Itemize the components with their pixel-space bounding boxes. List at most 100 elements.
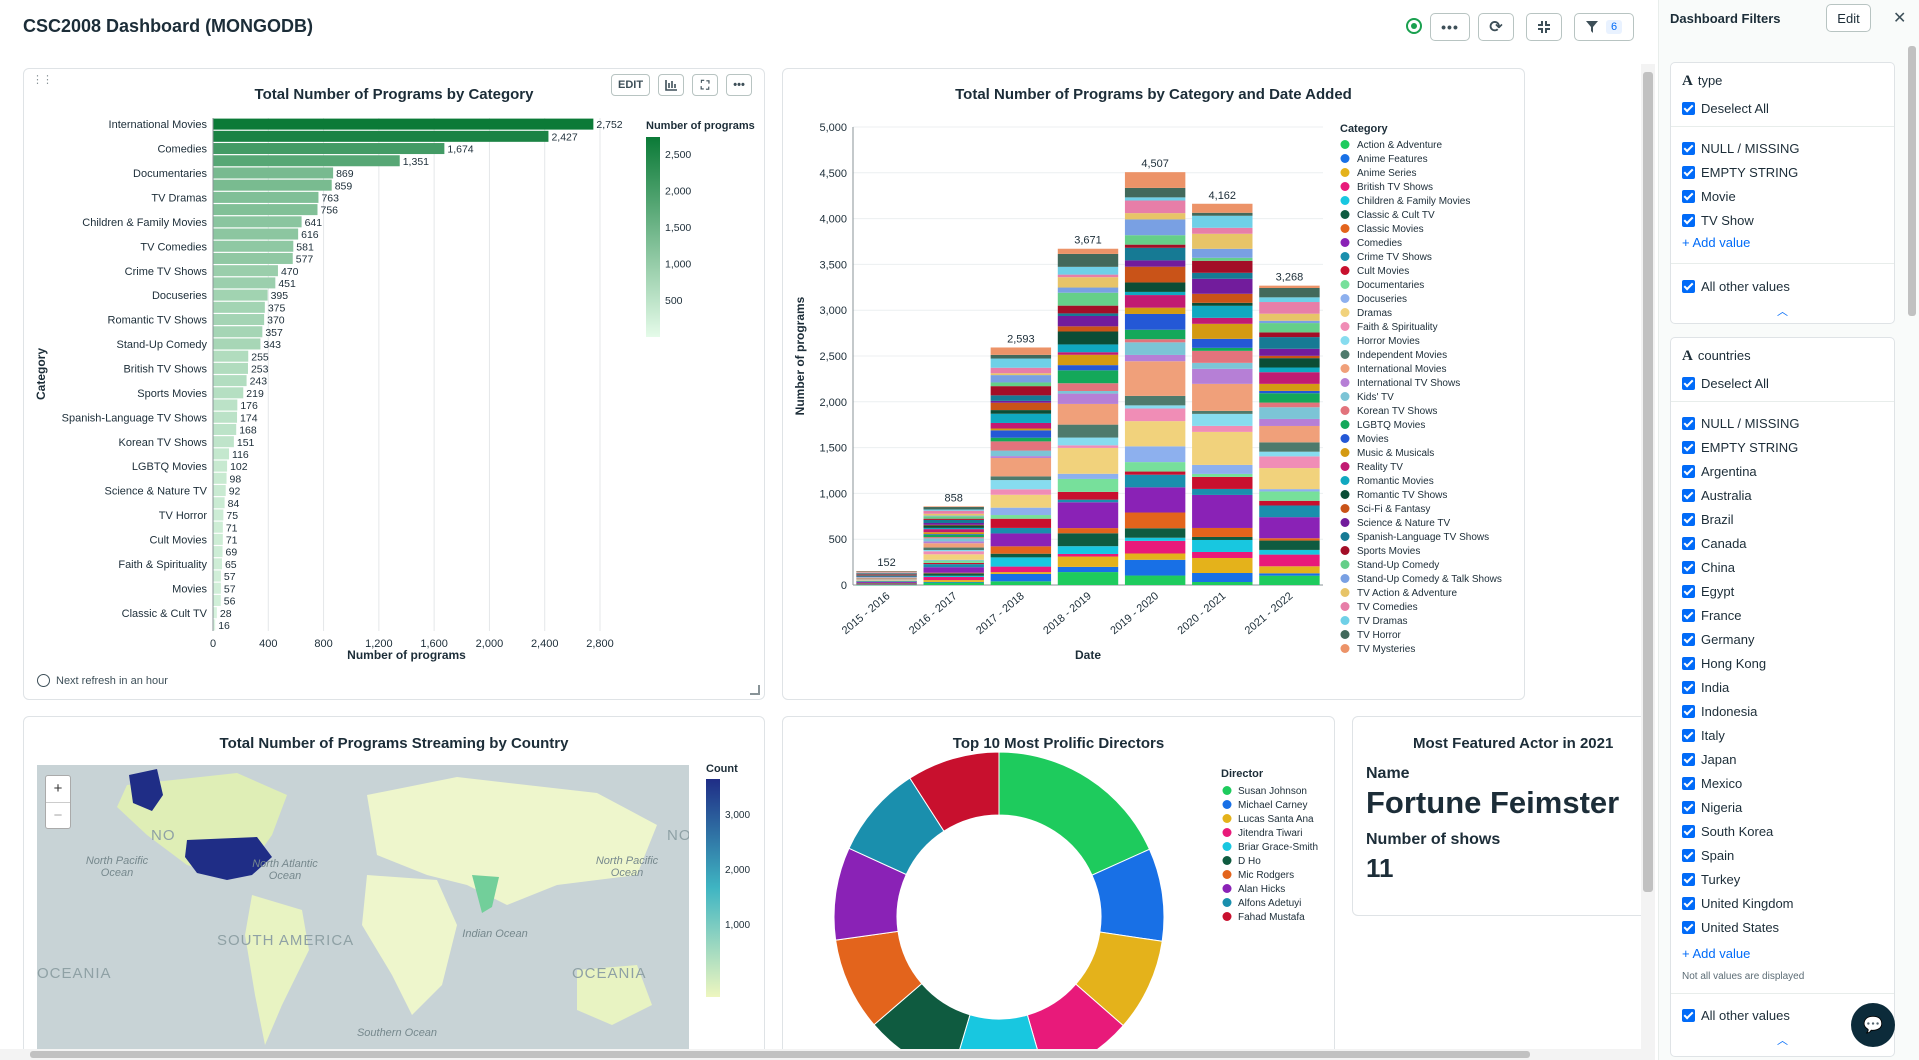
filter-value-checkbox[interactable]: Egypt (1682, 582, 1734, 600)
filter-value-checkbox[interactable]: Spain (1682, 846, 1734, 864)
zoom-out-button[interactable]: − (46, 802, 70, 828)
checkbox-label: Canada (1701, 535, 1747, 551)
stack-segment (1124, 408, 1186, 422)
checkbox-label: Italy (1701, 727, 1725, 743)
legend-label: Documentaries (1357, 280, 1424, 291)
filter-value-checkbox[interactable]: Movie (1682, 187, 1736, 205)
dashboard-menu-button[interactable]: ••• (1430, 13, 1470, 41)
checkbox-icon (1682, 872, 1695, 886)
filter-value-checkbox[interactable]: NULL / MISSING (1682, 139, 1799, 157)
refresh-button[interactable]: ⟳ (1478, 13, 1514, 41)
stack-segment (1259, 358, 1320, 368)
stack-segment (1192, 302, 1253, 306)
deselect-all-checkbox[interactable]: Deselect All (1682, 99, 1769, 117)
page-scrollbar[interactable] (1641, 64, 1655, 1060)
stack-segment (990, 553, 1052, 558)
collapse-button[interactable] (1526, 13, 1562, 41)
filter-value-checkbox[interactable]: United Kingdom (1682, 894, 1794, 912)
legend-swatch (1340, 644, 1350, 653)
filter-value-checkbox[interactable]: EMPTY STRING (1682, 163, 1798, 181)
bar-total-label: 3,671 (1074, 235, 1102, 247)
stack-segment (1259, 313, 1320, 321)
all-other-values-checkbox[interactable]: All other values (1682, 277, 1790, 295)
legend-label: Children & Family Movies (1357, 196, 1470, 207)
chevron-up-icon[interactable]: ︿ (1671, 303, 1894, 319)
bar (213, 338, 261, 350)
stack-segment (1124, 313, 1186, 330)
resize-handle-icon[interactable] (750, 685, 760, 695)
filter-value-checkbox[interactable]: Australia (1682, 486, 1752, 504)
stack-segment (1192, 368, 1253, 384)
bar-value-label: 174 (240, 412, 258, 424)
add-value-link[interactable]: + Add value (1682, 946, 1750, 961)
stack-segment (1192, 278, 1253, 294)
stack-segment (1259, 332, 1320, 338)
legend-label: British TV Shows (1357, 182, 1433, 193)
filter-value-checkbox[interactable]: Nigeria (1682, 798, 1742, 816)
filter-value-checkbox[interactable]: Turkey (1682, 870, 1740, 888)
filter-value-checkbox[interactable]: EMPTY STRING (1682, 438, 1798, 456)
filters-edit-button[interactable]: Edit (1826, 4, 1871, 32)
filter-value-checkbox[interactable]: France (1682, 606, 1741, 624)
stack-segment (1124, 172, 1186, 188)
world-map[interactable]: + − North Pacific Ocean North Atlantic O… (37, 765, 689, 1055)
scrollbar-thumb[interactable] (30, 1051, 1530, 1058)
filter-value-checkbox[interactable]: Germany (1682, 630, 1754, 648)
checkbox-label: Deselect All (1701, 375, 1769, 391)
scrollbar-thumb[interactable] (1908, 46, 1916, 316)
filter-value-checkbox[interactable]: Indonesia (1682, 702, 1757, 720)
stack-segment (1057, 274, 1119, 278)
bar (213, 436, 234, 448)
bar-total-label: 3,268 (1276, 272, 1304, 284)
horizontal-scrollbar[interactable] (0, 1049, 1641, 1060)
stack-segment (1057, 391, 1119, 394)
legend-label: Anime Features (1357, 154, 1428, 165)
filter-value-checkbox[interactable]: India (1682, 678, 1729, 696)
stack-segment (1057, 305, 1119, 314)
stack-segment (923, 580, 984, 582)
filter-value-checkbox[interactable]: Brazil (1682, 510, 1734, 528)
stack-segment (1259, 451, 1320, 457)
filter-value-checkbox[interactable]: South Korea (1682, 822, 1773, 840)
stack-segment (990, 515, 1052, 519)
add-value-link[interactable]: + Add value (1682, 235, 1750, 250)
filter-value-checkbox[interactable]: Italy (1682, 726, 1725, 744)
filter-toggle-button[interactable]: 6 (1574, 13, 1634, 41)
stack-segment (1192, 476, 1253, 489)
filter-value-checkbox[interactable]: Mexico (1682, 774, 1742, 792)
stack-segment (1192, 257, 1253, 261)
checkbox-icon (1682, 680, 1695, 694)
stack-segment (1057, 313, 1119, 316)
chat-assistant-button[interactable]: 💬 (1851, 1003, 1895, 1047)
checkbox-label: United States (1701, 919, 1780, 935)
checkbox-label: All other values (1701, 278, 1790, 294)
filters-scrollbar[interactable] (1906, 46, 1918, 1051)
map-label: OCEANIA (37, 965, 112, 982)
checkbox-label: Mexico (1701, 775, 1743, 791)
zoom-in-button[interactable]: + (46, 776, 70, 802)
legend-swatch (1340, 448, 1350, 457)
legend-label: Dramas (1357, 308, 1392, 319)
filter-value-checkbox[interactable]: United States (1682, 918, 1779, 936)
bar (213, 387, 244, 399)
stack-segment (1192, 272, 1253, 279)
bar (213, 314, 265, 326)
all-other-values-checkbox[interactable]: All other values (1682, 1006, 1790, 1024)
bar (213, 423, 237, 435)
filter-value-checkbox[interactable]: Argentina (1682, 462, 1757, 480)
filter-value-checkbox[interactable]: TV Show (1682, 211, 1754, 229)
filter-value-checkbox[interactable]: China (1682, 558, 1735, 576)
stack-segment (856, 581, 917, 582)
deselect-all-checkbox[interactable]: Deselect All (1682, 374, 1769, 392)
checkbox-label: Egypt (1701, 583, 1735, 599)
filter-value-checkbox[interactable]: Canada (1682, 534, 1747, 552)
legend-swatch (1340, 588, 1350, 597)
scrollbar-thumb[interactable] (1643, 72, 1653, 892)
filter-value-checkbox[interactable]: Hong Kong (1682, 654, 1766, 672)
filter-value-checkbox[interactable]: NULL / MISSING (1682, 414, 1799, 432)
close-icon[interactable]: ✕ (1893, 8, 1906, 28)
stack-segment (856, 580, 917, 582)
y-tick-label: Cult Movies (150, 535, 208, 547)
filter-value-checkbox[interactable]: Japan (1682, 750, 1736, 768)
stack-segment (990, 402, 1052, 411)
